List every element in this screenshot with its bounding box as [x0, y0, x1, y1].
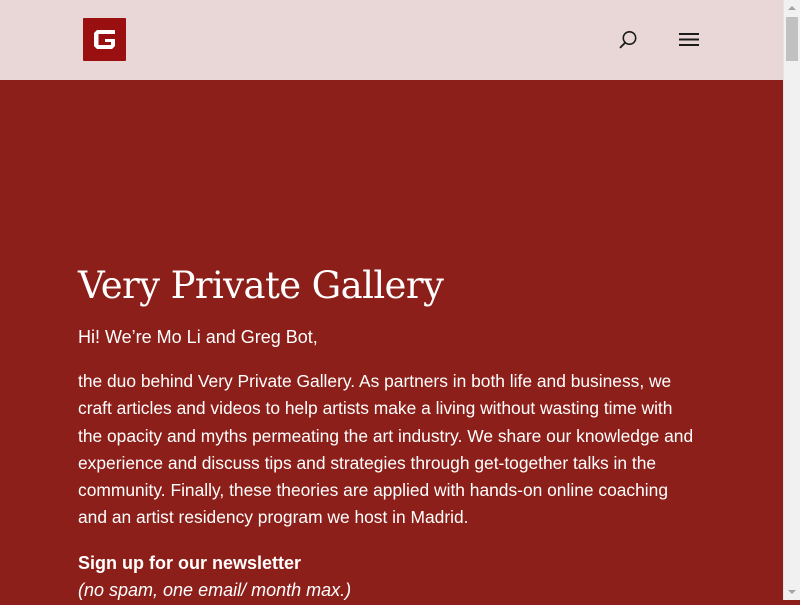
gallery-logo-icon[interactable]: G	[83, 18, 126, 61]
page-title: Very Private Gallery	[78, 264, 444, 307]
newsletter-note: (no spam, one email/ month max.)	[78, 580, 352, 600]
hamburger-menu-icon[interactable]	[677, 28, 701, 52]
scrollbar-thumb[interactable]	[786, 17, 798, 61]
site-header: G	[0, 0, 783, 80]
scroll-up-arrow-icon[interactable]	[784, 0, 800, 17]
hero-section: Very Private Gallery Hi! We’re Mo Li and…	[0, 80, 783, 600]
scroll-down-arrow-icon[interactable]	[784, 583, 800, 600]
intro-paragraph: the duo behind Very Private Gallery. As …	[78, 371, 694, 528]
search-icon[interactable]	[616, 28, 640, 52]
vertical-scrollbar[interactable]	[783, 0, 800, 600]
greeting-text: Hi! We’re Mo Li and Greg Bot,	[78, 327, 318, 347]
newsletter-heading: Sign up for our newsletter	[78, 553, 302, 573]
page: G Very Private Gallery Hi! We’re Mo Li a…	[0, 0, 783, 600]
